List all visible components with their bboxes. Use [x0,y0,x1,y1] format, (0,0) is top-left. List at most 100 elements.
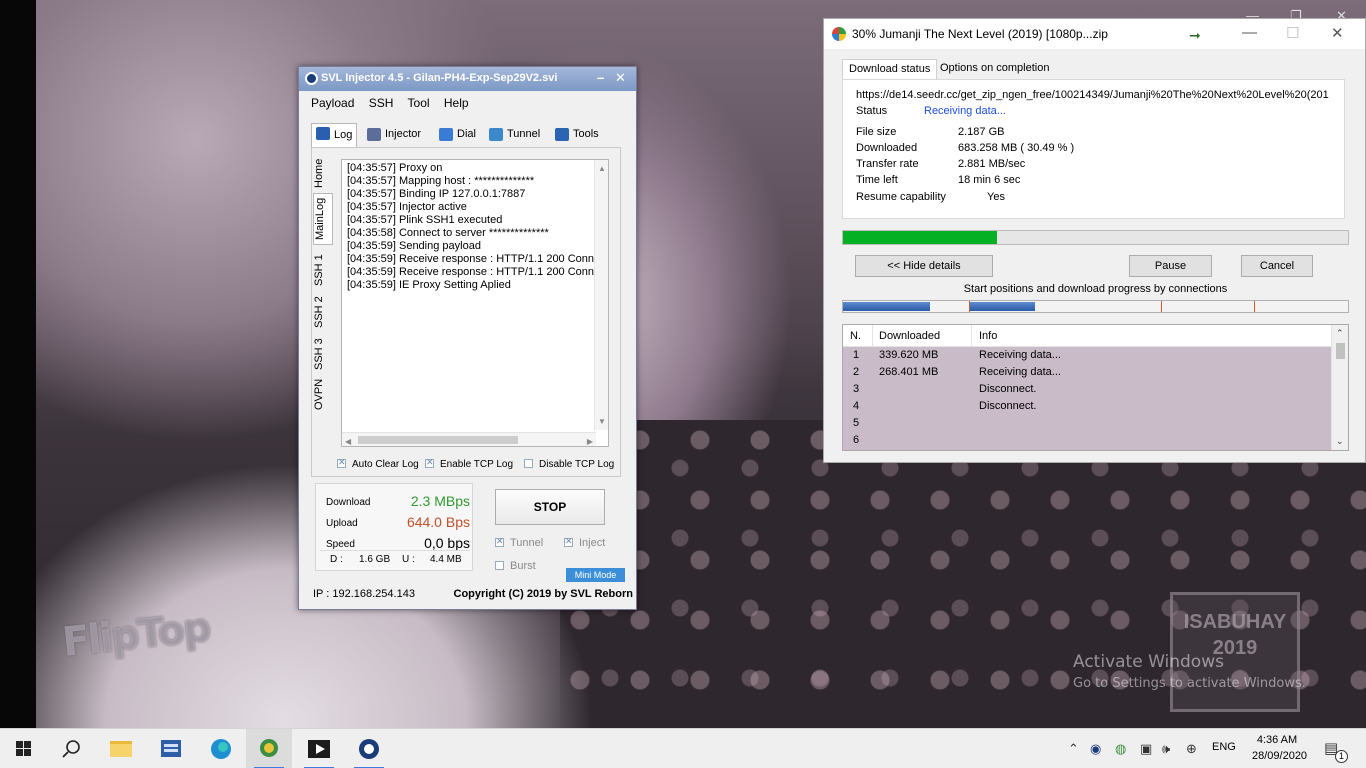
column-n[interactable]: N. [850,330,861,342]
vtab-ssh3[interactable]: SSH 3 [313,335,333,373]
row-info: Disconnect. [979,383,1037,395]
upload-rate: 644.0 Bps [406,514,470,530]
scroll-up-icon[interactable]: ▲ [598,162,606,175]
log-output[interactable]: [04:35:57] Proxy on [04:35:57] Mapping h… [341,159,609,447]
taskbar-svl-injector[interactable] [346,729,392,768]
scroll-right-icon[interactable]: ▶ [587,435,593,446]
tunnel-option[interactable]: Tunnel [495,536,543,549]
taskbar-edge[interactable] [198,729,244,768]
tab-dial-label: Dial [457,128,476,140]
column-info[interactable]: Info [979,330,997,342]
enable-tcp-log-checkbox[interactable]: Enable TCP Log [425,457,513,470]
scroll-left-icon[interactable]: ◀ [345,435,351,446]
inject-option[interactable]: Inject [564,536,605,549]
pause-button[interactable]: Pause [1129,255,1212,277]
cancel-button[interactable]: Cancel [1241,255,1313,277]
vtab-ssh1[interactable]: SSH 1 [313,251,333,289]
tab-options-on-completion[interactable]: Options on completion [934,59,1055,79]
start-button[interactable] [0,729,46,768]
connections-scroll-thumb[interactable] [1336,343,1345,359]
log-line: [04:35:57] Plink SSH1 executed [347,214,503,226]
copyright: Copyright (C) 2019 by SVL Reborn [453,588,634,600]
row-number: 5 [853,417,860,429]
close-button[interactable]: ✕ [615,70,626,86]
menu-ssh[interactable]: SSH [369,96,394,110]
checkbox-checked-icon [425,457,434,468]
idm-tray-icon[interactable]: ◍ [1115,741,1126,757]
tab-tools-label: Tools [573,128,599,140]
log-horizontal-scrollbar[interactable]: ◀ ▶ [342,432,596,446]
row-info: Receiving data... [979,366,1061,378]
tunnel-icon [489,128,503,141]
table-row[interactable]: 4 Disconnect. [843,398,1331,415]
idm-title: 30% Jumanji The Next Level (2019) [1080p… [852,27,1108,41]
volume-icon[interactable]: 🕪 [1162,741,1170,757]
log-scroll-thumb[interactable] [358,436,518,444]
disable-tcp-log-checkbox[interactable]: Disable TCP Log [524,459,614,470]
tab-log-label: Log [334,129,353,141]
chevron-up-icon[interactable]: ⌃ [1336,328,1344,339]
tab-log[interactable]: Log [311,123,358,147]
table-row[interactable]: 6 [843,432,1331,449]
log-line: [04:35:58] Connect to server ***********… [347,227,549,239]
taskbar-file-explorer[interactable] [98,729,144,768]
taskbar-idm[interactable] [246,729,292,768]
tab-download-status[interactable]: Download status [842,59,938,79]
log-line: [04:35:59] Receive response : HTTP/1.1 2… [347,266,595,278]
taskbar-media-player[interactable] [296,729,342,768]
chevron-down-icon[interactable]: ⌄ [1336,436,1344,447]
tab-tunnel[interactable]: Tunnel [485,125,544,145]
svl-tabs: Log Injector Dial Tunnel Tools [311,123,621,147]
status-value: Receiving data... [924,105,1006,117]
idm-titlebar[interactable]: 30% Jumanji The Next Level (2019) [1080p… [824,19,1365,49]
wallpaper-edge [0,0,36,728]
menu-tool[interactable]: Tool [408,96,430,110]
minimize-icon[interactable]: — [1242,24,1257,41]
table-row[interactable]: 2 268.401 MB Receiving data... [843,364,1331,381]
log-line: [04:35:57] Binding IP 127.0.0.1:7887 [347,188,526,200]
network-icon[interactable]: ▣ [1140,741,1152,757]
mini-mode-button[interactable]: Mini Mode [566,568,625,582]
svl-app-icon [305,72,318,85]
vtab-mainlog[interactable]: MainLog [313,193,333,245]
column-downloaded[interactable]: Downloaded [879,330,940,342]
table-row[interactable]: 1 339.620 MB Receiving data... [843,347,1331,364]
vtab-ovpn[interactable]: OVPN [313,375,333,413]
table-row[interactable]: 5 [843,415,1331,432]
row-number: 2 [853,366,860,378]
vtab-home[interactable]: Home [313,155,333,191]
menu-help[interactable]: Help [444,96,469,110]
chevron-up-icon[interactable]: ⌃ [1068,741,1079,757]
burst-option[interactable]: Burst [495,560,536,572]
downloaded-total-value: 1.6 GB [359,554,391,565]
table-row[interactable]: 3 Disconnect. [843,381,1331,398]
language-indicator[interactable]: ENG [1212,741,1236,753]
stop-button[interactable]: STOP [495,489,605,525]
download-rate: 2.3 MBps [410,493,470,509]
tab-dial[interactable]: Dial [435,125,480,145]
column-divider [971,325,972,347]
tab-injector[interactable]: Injector [363,125,425,145]
hide-details-button[interactable]: << Hide details [855,255,993,277]
clock[interactable]: 4:36 AM 28/09/2020 [1252,732,1307,764]
svl-tray-icon[interactable]: ◉ [1090,741,1101,757]
log-vertical-scrollbar[interactable]: ▲ ▼ [594,160,608,430]
tab-tools[interactable]: Tools [551,125,603,145]
menu-payload[interactable]: Payload [311,96,354,110]
connections-table[interactable]: N. Downloaded Info 1 339.620 MB Receivin… [842,324,1349,451]
globe-icon[interactable]: ⊕ [1186,741,1197,757]
taskbar-app-blue[interactable] [148,729,194,768]
svl-menubar: Payload SSH Tool Help [299,91,636,113]
clock-time: 4:36 AM [1256,734,1298,746]
search-button[interactable] [48,729,94,768]
scroll-down-icon[interactable]: ▼ [598,415,606,428]
svl-titlebar[interactable]: SVL Injector 4.5 - Gilan-PH4-Exp-Sep29V2… [299,67,636,91]
arrow-right-icon: ➞ [1189,27,1201,43]
auto-clear-log-checkbox[interactable]: Auto Clear Log [337,457,419,470]
close-icon[interactable]: ✕ [1331,24,1344,42]
svl-injector-window: SVL Injector 4.5 - Gilan-PH4-Exp-Sep29V2… [298,66,637,610]
connections-scrollbar[interactable]: ⌃ ⌄ [1331,325,1348,450]
minimize-button[interactable]: – [597,70,604,85]
vtab-ssh2[interactable]: SSH 2 [313,293,333,331]
windows-icon [16,741,31,756]
